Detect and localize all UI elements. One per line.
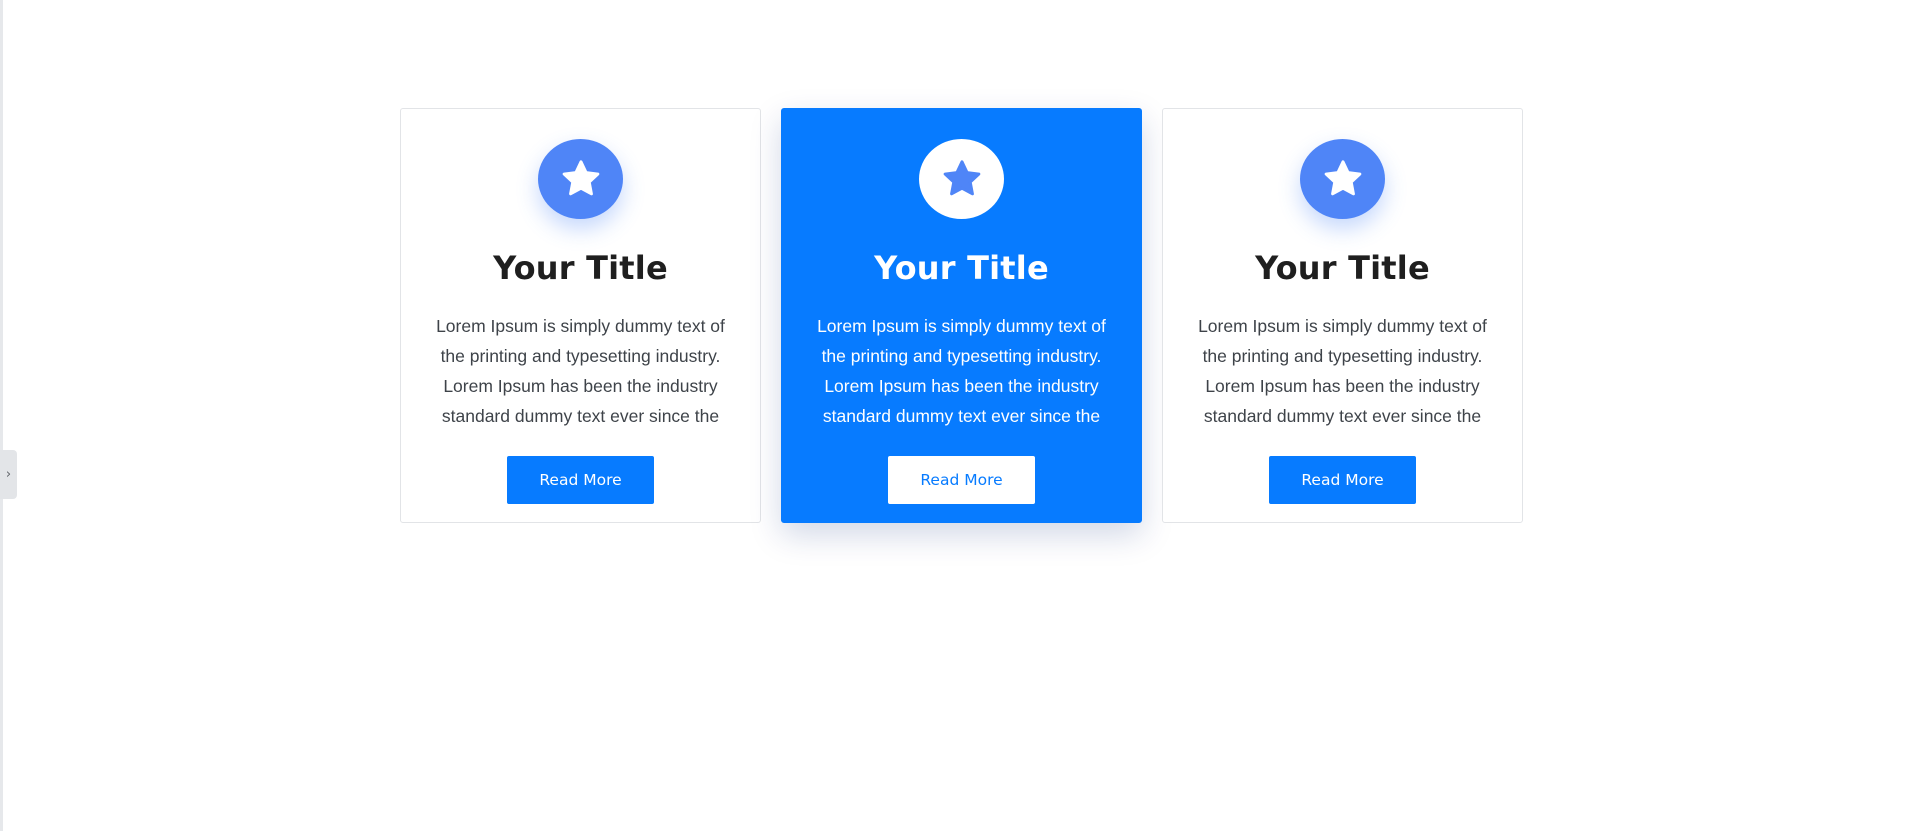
- card-title: Your Title: [1255, 249, 1430, 287]
- left-edge-rail: [0, 0, 3, 831]
- chevron-right-icon: ›: [5, 467, 12, 482]
- icon-badge: [538, 139, 623, 219]
- read-more-button[interactable]: Read More: [507, 456, 654, 504]
- feature-card: Your Title Lorem Ipsum is simply dummy t…: [1162, 108, 1523, 523]
- icon-badge: [1300, 139, 1385, 219]
- feature-card: Your Title Lorem Ipsum is simply dummy t…: [400, 108, 761, 523]
- card-description: Lorem Ipsum is simply dummy text of the …: [436, 316, 725, 426]
- sidebar-toggle-button[interactable]: ›: [0, 450, 17, 499]
- card-description: Lorem Ipsum is simply dummy text of the …: [1198, 316, 1487, 426]
- star-icon: [562, 160, 599, 196]
- read-more-button[interactable]: Read More: [888, 456, 1035, 504]
- feature-cards: Your Title Lorem Ipsum is simply dummy t…: [400, 108, 1523, 523]
- icon-badge: [919, 139, 1004, 219]
- star-icon: [1324, 160, 1361, 196]
- card-title: Your Title: [874, 249, 1049, 287]
- card-title: Your Title: [493, 249, 668, 287]
- read-more-button[interactable]: Read More: [1269, 456, 1416, 504]
- feature-card-highlighted: Your Title Lorem Ipsum is simply dummy t…: [781, 108, 1142, 523]
- star-icon: [943, 160, 980, 196]
- card-description: Lorem Ipsum is simply dummy text of the …: [817, 316, 1106, 426]
